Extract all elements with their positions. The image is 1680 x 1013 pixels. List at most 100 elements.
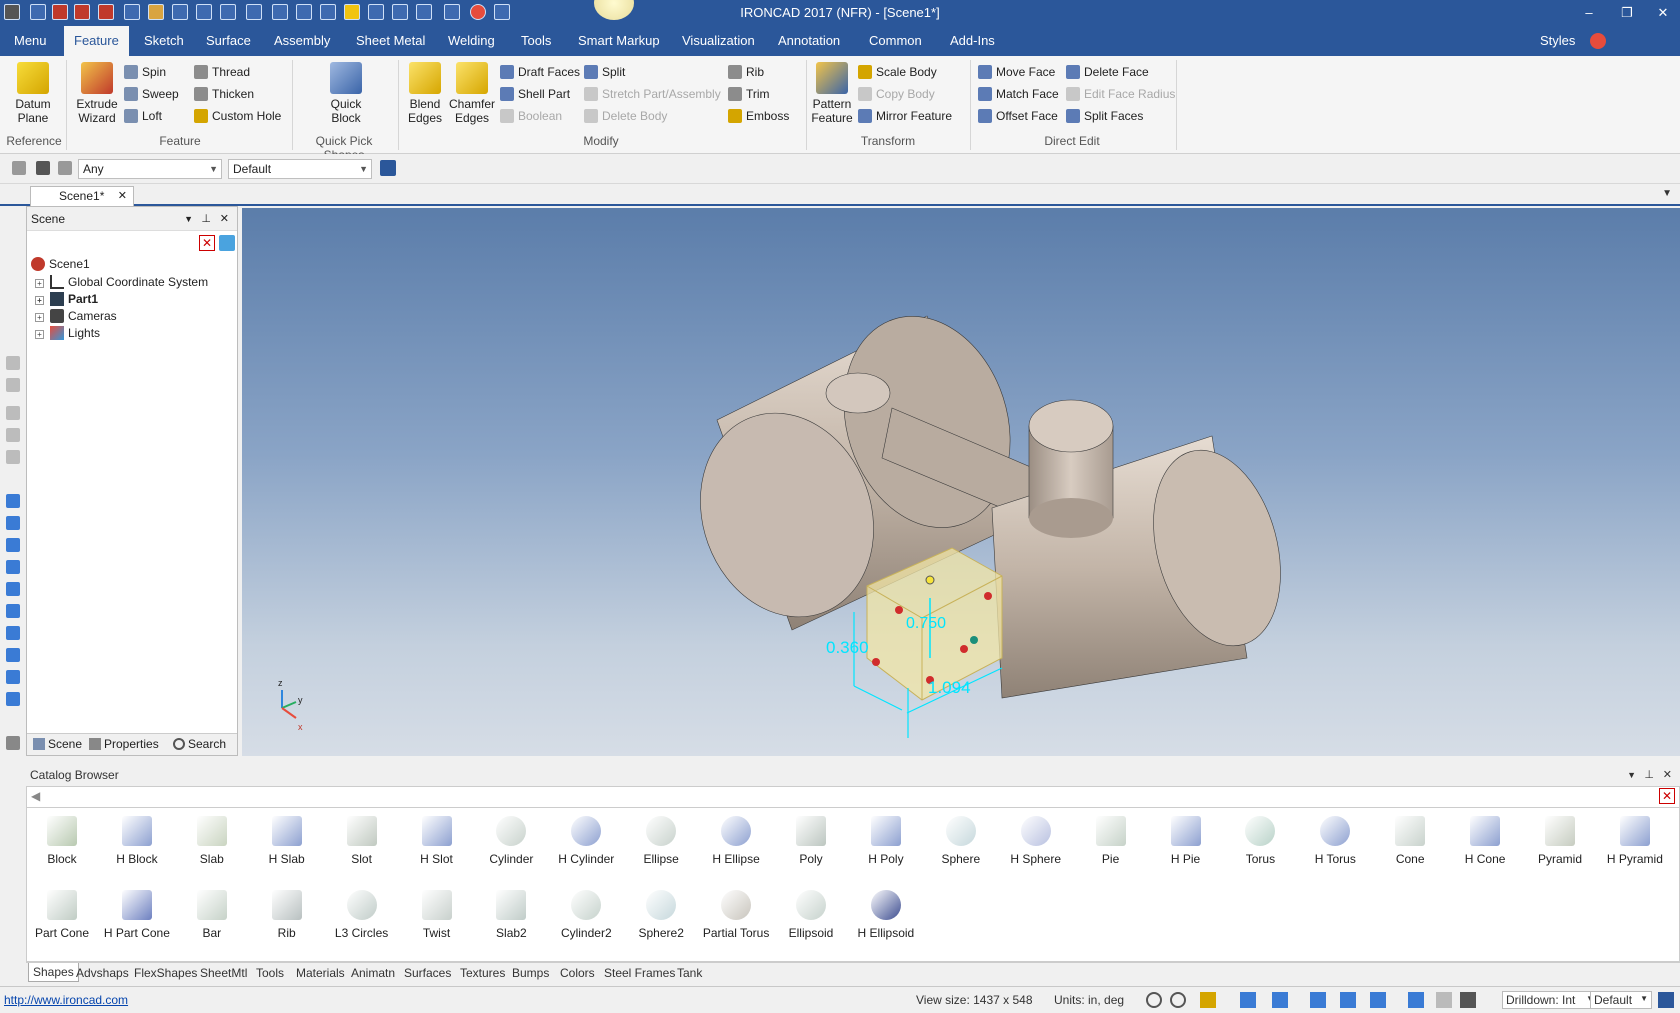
custom-hole-button[interactable]: Custom Hole	[194, 106, 281, 126]
orient-icon[interactable]	[1272, 992, 1288, 1008]
loft-button[interactable]: Loft	[124, 106, 162, 126]
catalog-tab-textures[interactable]: Textures	[460, 966, 505, 980]
dimension-width-label[interactable]: 1.094	[928, 678, 971, 697]
pattern-feature-button[interactable]: Pattern Feature	[810, 62, 854, 125]
clear-filter-icon[interactable]: ✕	[199, 235, 215, 251]
catalog-shape-h-ellipse[interactable]: H Ellipse	[699, 816, 773, 866]
selection-filter-dropdown[interactable]: Any ▼	[78, 159, 222, 179]
offset-face-button[interactable]: Offset Face	[978, 106, 1058, 126]
emboss-button[interactable]: Emboss	[728, 106, 789, 126]
catalog-shape-h-pie[interactable]: H Pie	[1149, 816, 1223, 866]
scene-canvas[interactable]: 0.360 0.750 1.094 z y x	[242, 208, 1680, 756]
shade-icon[interactable]	[1310, 992, 1326, 1008]
select-parts-icon[interactable]	[12, 161, 26, 175]
close-tab-icon[interactable]: ✕	[118, 187, 127, 205]
catalog-shape-block[interactable]: Block	[25, 816, 99, 866]
website-link[interactable]: http://www.ironcad.com	[4, 993, 128, 1007]
catalog-tab-advshaps[interactable]: Advshaps	[76, 966, 129, 980]
view-icon-4[interactable]	[6, 560, 20, 574]
tab-menu[interactable]: Menu	[4, 26, 57, 56]
scale-body-button[interactable]: Scale Body	[858, 62, 937, 82]
match-face-button[interactable]: Match Face	[978, 84, 1059, 104]
hierarchy-icon[interactable]	[380, 160, 396, 176]
expand-icon[interactable]: +	[35, 296, 44, 305]
catalog-tab-materials[interactable]: Materials	[296, 966, 345, 980]
catalog-shape-sphere[interactable]: Sphere	[924, 816, 998, 866]
view-icon-8[interactable]	[6, 648, 20, 662]
trim-button[interactable]: Trim	[728, 84, 770, 104]
view-icon-5[interactable]	[6, 582, 20, 596]
stretch-button[interactable]: Stretch Part/Assembly	[584, 84, 721, 104]
tab-add-ins[interactable]: Add-Ins	[940, 26, 1005, 56]
pin-icon[interactable]: ⊥	[201, 207, 211, 231]
clear-icon[interactable]: ✕	[1659, 788, 1675, 804]
catalog-shape-pie[interactable]: Pie	[1074, 816, 1148, 866]
minimize-button[interactable]: –	[1574, 3, 1604, 23]
catalog-shape-h-slot[interactable]: H Slot	[400, 816, 474, 866]
catalog-tab-surfaces[interactable]: Surfaces	[404, 966, 451, 980]
draft-faces-button[interactable]: Draft Faces	[500, 62, 580, 82]
chamfer-edges-button[interactable]: Chamfer Edges	[448, 62, 496, 125]
view-icon-7[interactable]	[6, 626, 20, 640]
status-style-dropdown[interactable]: Default ▼	[1590, 991, 1652, 1009]
tree-item-global-coordinate-system[interactable]: + Global Coordinate System	[35, 273, 208, 291]
thread-button[interactable]: Thread	[194, 62, 250, 82]
catalog-tab-shapes[interactable]: Shapes	[28, 963, 79, 982]
mirror-feature-button[interactable]: Mirror Feature	[858, 106, 952, 126]
zoom-icon[interactable]	[1146, 992, 1162, 1008]
catalog-shape-h-ellipsoid[interactable]: H Ellipsoid	[849, 890, 923, 940]
catalog-tab-flexshapes[interactable]: FlexShapes	[134, 966, 197, 980]
catalog-shape-cylinder2[interactable]: Cylinder2	[549, 890, 623, 940]
help-icon[interactable]	[1590, 33, 1606, 49]
back-arrow-icon[interactable]: ◀	[31, 789, 40, 803]
catalog-shape-h-block[interactable]: H Block	[100, 816, 174, 866]
view-icon-6[interactable]	[6, 604, 20, 618]
catalog-shape-cylinder[interactable]: Cylinder	[474, 816, 548, 866]
catalog-shape-part-cone[interactable]: Part Cone	[25, 890, 99, 940]
move-face-button[interactable]: Move Face	[978, 62, 1055, 82]
catalog-shape-slot[interactable]: Slot	[325, 816, 399, 866]
tree-item-scene1[interactable]: Scene1	[31, 255, 90, 273]
drilldown-dropdown[interactable]: Drilldown: Int▼	[1502, 991, 1598, 1009]
expand-icon[interactable]: +	[35, 330, 44, 339]
catalog-shape-sphere2[interactable]: Sphere2	[624, 890, 698, 940]
catalog-shape-rib[interactable]: Rib	[250, 890, 324, 940]
catalog-shape-cone[interactable]: Cone	[1373, 816, 1447, 866]
tab-surface[interactable]: Surface	[196, 26, 261, 56]
blend-edges-button[interactable]: Blend Edges	[404, 62, 446, 125]
tab-search[interactable]: Search	[173, 737, 226, 751]
catalog-shape-h-sphere[interactable]: H Sphere	[999, 816, 1073, 866]
view-icon-3[interactable]	[6, 538, 20, 552]
catalog-shape-h-part-cone[interactable]: H Part Cone	[100, 890, 174, 940]
shell-part-button[interactable]: Shell Part	[500, 84, 570, 104]
catalog-shape-h-slab[interactable]: H Slab	[250, 816, 324, 866]
document-tab-scene1[interactable]: Scene1* ✕	[30, 186, 134, 206]
tab-tools[interactable]: Tools	[511, 26, 561, 56]
spin-button[interactable]: Spin	[124, 62, 166, 82]
catalog-shape-ellipsoid[interactable]: Ellipsoid	[774, 890, 848, 940]
tab-welding[interactable]: Welding	[438, 26, 505, 56]
panel-menu-icon[interactable]: ▼	[184, 207, 193, 231]
panel-menu-icon[interactable]: ▼	[1627, 764, 1636, 786]
tool-icon-2[interactable]	[6, 378, 20, 392]
restore-button[interactable]: ❐	[1612, 3, 1642, 23]
catalog-shape-h-torus[interactable]: H Torus	[1298, 816, 1372, 866]
catalog-tab-animatn[interactable]: Animatn	[351, 966, 395, 980]
tab-smart-markup[interactable]: Smart Markup	[568, 26, 670, 56]
tree-item-part1[interactable]: + Part1	[35, 290, 98, 308]
pointer-icon[interactable]	[36, 161, 50, 175]
edit-face-radius-button[interactable]: Edit Face Radius	[1066, 84, 1175, 104]
catalog-shape-slab2[interactable]: Slab2	[474, 890, 548, 940]
tool-icon-1[interactable]	[6, 356, 20, 370]
catalog-tab-bumps[interactable]: Bumps	[512, 966, 549, 980]
tab-assembly[interactable]: Assembly	[264, 26, 340, 56]
datum-plane-button[interactable]: Datum Plane	[8, 62, 58, 125]
rib-button[interactable]: Rib	[728, 62, 764, 82]
catalog-tab-tools[interactable]: Tools	[256, 966, 284, 980]
expand-icon[interactable]: +	[35, 279, 44, 288]
tab-feature[interactable]: Feature	[64, 26, 129, 56]
tool-icon-5[interactable]	[6, 450, 20, 464]
catalog-shape-l3-circles[interactable]: L3 Circles	[325, 890, 399, 940]
catalog-shape-ellipse[interactable]: Ellipse	[624, 816, 698, 866]
catalog-shape-slab[interactable]: Slab	[175, 816, 249, 866]
